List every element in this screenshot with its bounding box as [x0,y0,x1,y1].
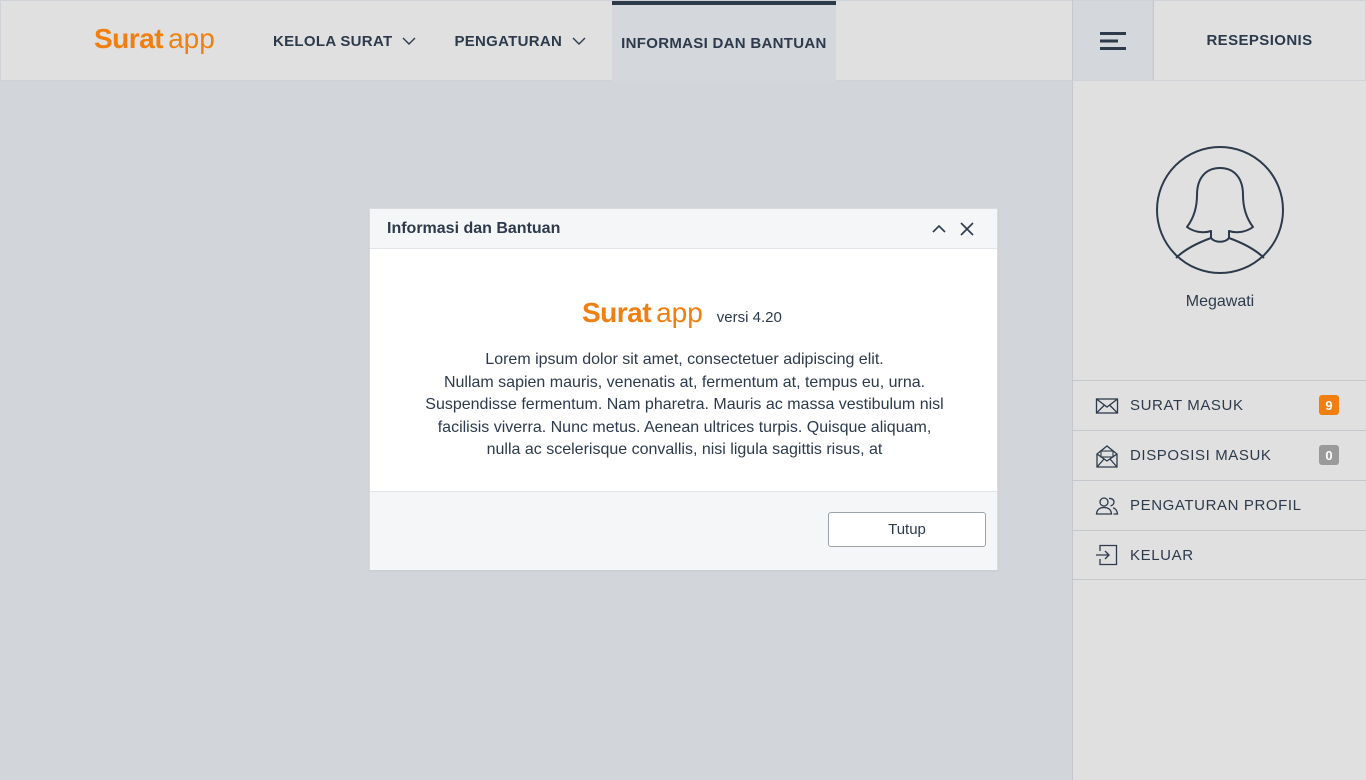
sidebar-item-label: PENGATURAN PROFIL [1130,497,1302,514]
description-line: Suspendisse fermentum. Nam pharetra. Mau… [425,396,944,413]
chevron-down-icon [402,37,416,45]
hamburger-menu-button[interactable] [1072,0,1153,81]
nav-pengaturan[interactable]: PENGATURAN [454,1,586,81]
sidebar-item-pengaturan-profil[interactable]: PENGATURAN PROFIL [1073,480,1366,530]
dialog-body: Surat app versi 4.20 Lorem ipsum dolor s… [370,249,997,491]
app-logo[interactable]: Surat app [94,23,215,57]
user-silhouette-icon [1156,146,1284,274]
nav-label: KELOLA SURAT [273,32,393,50]
open-envelope-icon [1096,444,1118,468]
nav-label: INFORMASI DAN BANTUAN [621,34,827,52]
nav-kelola-surat[interactable]: KELOLA SURAT [273,1,416,81]
dialog-footer: Tutup [370,491,997,570]
envelope-icon [1095,397,1119,414]
sidebar-item-label: SURAT MASUK [1130,397,1244,414]
sidebar-menu: SURAT MASUK 9 DISPOSISI MASUK 0 PENGATUR… [1073,380,1366,580]
logo-text-light: app [656,297,703,328]
sidebar-item-disposisi-masuk[interactable]: DISPOSISI MASUK 0 [1073,430,1366,480]
sidebar-item-keluar[interactable]: KELUAR [1073,530,1366,580]
description-line: nulla ac scelerisque convallis, nisi lig… [486,441,883,458]
close-icon[interactable] [959,221,975,237]
description-line: facilisis viverra. Nunc metus. Aenean ul… [437,418,932,436]
sidebar-item-surat-masuk[interactable]: SURAT MASUK 9 [1073,380,1366,430]
top-navigation-bar: Surat app KELOLA SURAT PENGATURAN INFORM… [0,0,1072,81]
dialog-header: Informasi dan Bantuan [370,209,997,249]
user-role-label: RESEPSIONIS [1153,0,1366,81]
sidebar-item-label: KELUAR [1130,546,1194,564]
tutup-button[interactable]: Tutup [828,512,986,547]
right-sidebar: Megawati SURAT MASUK 9 DISPOSISI MASUK 0 [1072,81,1366,780]
logo-text-light: app [168,23,215,54]
user-name: Megawati [1185,293,1255,310]
dialog-app-logo: Surat app versi 4.20 [582,297,782,329]
nav-label: PENGATURAN [454,32,563,50]
logo-text-bold: Surat [94,23,164,54]
description-line: Nullam sapien mauris, venenatis at, ferm… [443,373,926,391]
users-icon [1095,496,1119,515]
disposisi-count-badge: 0 [1319,445,1339,465]
hamburger-icon [1099,31,1126,50]
logout-icon [1096,544,1118,566]
info-dialog: Informasi dan Bantuan Surat app versi 4.… [369,208,998,570]
chevron-down-icon [572,37,586,45]
sidebar-item-label: DISPOSISI MASUK [1130,447,1272,464]
dialog-title: Informasi dan Bantuan [387,219,561,237]
main-nav: KELOLA SURAT PENGATURAN INFORMASI DAN BA… [273,1,836,81]
description-line: Lorem ipsum dolor sit amet, consectetuer… [485,351,884,368]
nav-informasi-dan-bantuan[interactable]: INFORMASI DAN BANTUAN [612,1,836,81]
dialog-description: Lorem ipsum dolor sit amet, consectetuer… [400,349,969,462]
unread-count-badge: 9 [1319,395,1339,415]
collapse-chevron-up-icon[interactable] [931,221,947,237]
version-label: versi 4.20 [716,309,782,326]
logo-text-bold: Surat [582,297,652,328]
